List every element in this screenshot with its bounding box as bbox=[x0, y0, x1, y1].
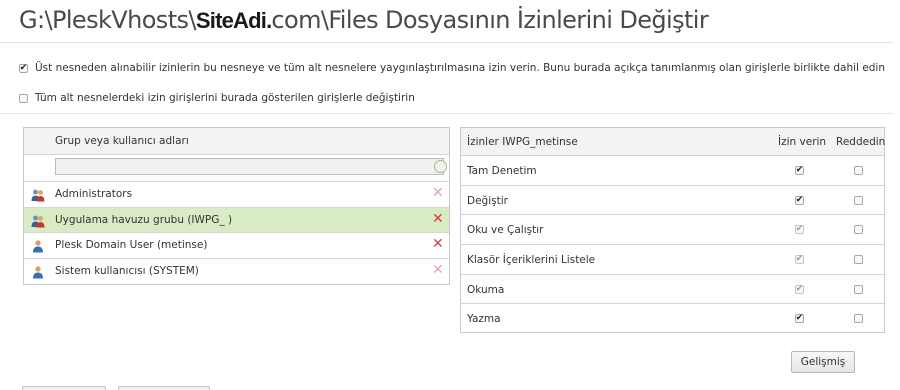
group-user-icon bbox=[31, 188, 45, 202]
principals-panel: Grup veya kullanıcı adları ▾ Administrat… bbox=[23, 127, 450, 285]
permission-row: Tam Denetim ✔ bbox=[461, 156, 884, 186]
principal-row[interactable]: Sistem kullanıcısı (SYSTEM) ✕ bbox=[24, 259, 449, 285]
remove-icon[interactable]: ✕ bbox=[432, 186, 444, 200]
allow-checkbox[interactable]: ✔ bbox=[795, 284, 804, 294]
principal-row[interactable]: Uygulama havuzu grubu (IWPG_ ) ✕ bbox=[24, 207, 449, 234]
ok-button[interactable] bbox=[22, 386, 106, 390]
section-divider bbox=[0, 113, 893, 114]
principal-label: Administrators bbox=[55, 188, 133, 200]
permission-row: Değiştir ✔ bbox=[461, 186, 884, 216]
advanced-button[interactable]: Gelişmiş bbox=[791, 351, 855, 373]
principal-label: Plesk Domain User (metinse) bbox=[55, 239, 208, 252]
deny-checkbox[interactable] bbox=[854, 225, 863, 235]
replace-option-label: Tüm alt nesnelerdeki izin girişlerini bu… bbox=[35, 92, 415, 104]
permissions-panel: İzinler IWPG_metinse İzin verin Reddedin… bbox=[460, 127, 885, 333]
title-site-name: SiteAdi. bbox=[195, 8, 272, 33]
title-path-prefix: G:\PleskVhosts\ bbox=[19, 6, 197, 34]
allow-checkbox[interactable]: ✔ bbox=[795, 225, 804, 235]
principal-row[interactable]: Administrators ✕ bbox=[24, 182, 449, 208]
add-principal-icon[interactable] bbox=[434, 160, 447, 173]
replace-checkbox[interactable] bbox=[19, 93, 28, 103]
inherit-option-label: Üst nesneden alınabilir izinlerin bu nes… bbox=[35, 62, 885, 74]
principal-label: Uygulama havuzu grubu (IWPG_ ) bbox=[55, 213, 233, 226]
principal-add-row: ▾ bbox=[24, 155, 449, 182]
permission-list: Tam Denetim ✔ Değiştir ✔ Oku ve Çalıştır ✔ Kla… bbox=[461, 156, 884, 334]
inherit-checkbox[interactable]: ✔ bbox=[19, 63, 28, 73]
permission-label: Klasör İçeriklerini Listele bbox=[467, 254, 596, 267]
allow-checkbox[interactable]: ✔ bbox=[795, 195, 804, 205]
title-path-suffix: com\Files Dosyasının İzinlerini Değiştir bbox=[271, 6, 709, 34]
principal-list: Administrators ✕ Uygulama havuzu grubu (IW… bbox=[24, 182, 449, 285]
permission-row: Oku ve Çalıştır ✔ bbox=[461, 215, 884, 246]
permission-row: Yazma ✔ bbox=[461, 304, 884, 334]
deny-checkbox[interactable] bbox=[854, 284, 863, 294]
permissions-header: İzinler IWPG_metinse İzin verin Reddedin bbox=[461, 128, 886, 156]
allow-checkbox[interactable]: ✔ bbox=[795, 166, 804, 175]
replace-option[interactable]: Tüm alt nesnelerdeki izin girişlerini bu… bbox=[19, 92, 415, 104]
group-user-icon bbox=[31, 214, 45, 228]
principal-select[interactable]: ▾ bbox=[55, 158, 444, 175]
allow-checkbox[interactable]: ✔ bbox=[795, 314, 804, 324]
page-title: G:\PleskVhosts\SiteAdi.com\Files Dosyası… bbox=[19, 6, 709, 34]
cancel-button[interactable] bbox=[118, 386, 210, 390]
permission-label: Yazma bbox=[467, 313, 501, 326]
permission-row: Okuma ✔ bbox=[461, 275, 884, 305]
permission-label: Oku ve Çalıştır bbox=[467, 224, 544, 237]
user-icon bbox=[31, 265, 45, 279]
permission-label: Değiştir bbox=[467, 194, 508, 207]
permission-label: Okuma bbox=[467, 283, 505, 296]
permissions-header-allow: İzin verin bbox=[778, 136, 827, 148]
deny-checkbox[interactable] bbox=[854, 314, 863, 324]
permission-row: Klasör İçeriklerini Listele ✔ bbox=[461, 245, 884, 275]
principals-header: Grup veya kullanıcı adları bbox=[24, 128, 449, 155]
permission-label: Tam Denetim bbox=[467, 165, 537, 177]
user-icon bbox=[31, 239, 45, 253]
principal-row[interactable]: Plesk Domain User (metinse) ✕ bbox=[24, 233, 449, 260]
deny-checkbox[interactable] bbox=[854, 166, 863, 175]
remove-icon[interactable]: ✕ bbox=[432, 212, 444, 226]
principal-label: Sistem kullanıcısı (SYSTEM) bbox=[55, 265, 199, 278]
deny-checkbox[interactable] bbox=[854, 195, 863, 205]
deny-checkbox[interactable] bbox=[854, 255, 863, 265]
permissions-header-deny: Reddedin bbox=[836, 136, 886, 148]
remove-icon[interactable]: ✕ bbox=[432, 263, 444, 277]
allow-checkbox[interactable]: ✔ bbox=[795, 255, 804, 265]
inherit-option[interactable]: ✔ Üst nesneden alınabilir izinlerin bu n… bbox=[19, 62, 885, 74]
title-divider bbox=[0, 42, 893, 43]
remove-icon[interactable]: ✕ bbox=[432, 237, 444, 251]
permissions-header-name: İzinler IWPG_metinse bbox=[467, 136, 578, 148]
